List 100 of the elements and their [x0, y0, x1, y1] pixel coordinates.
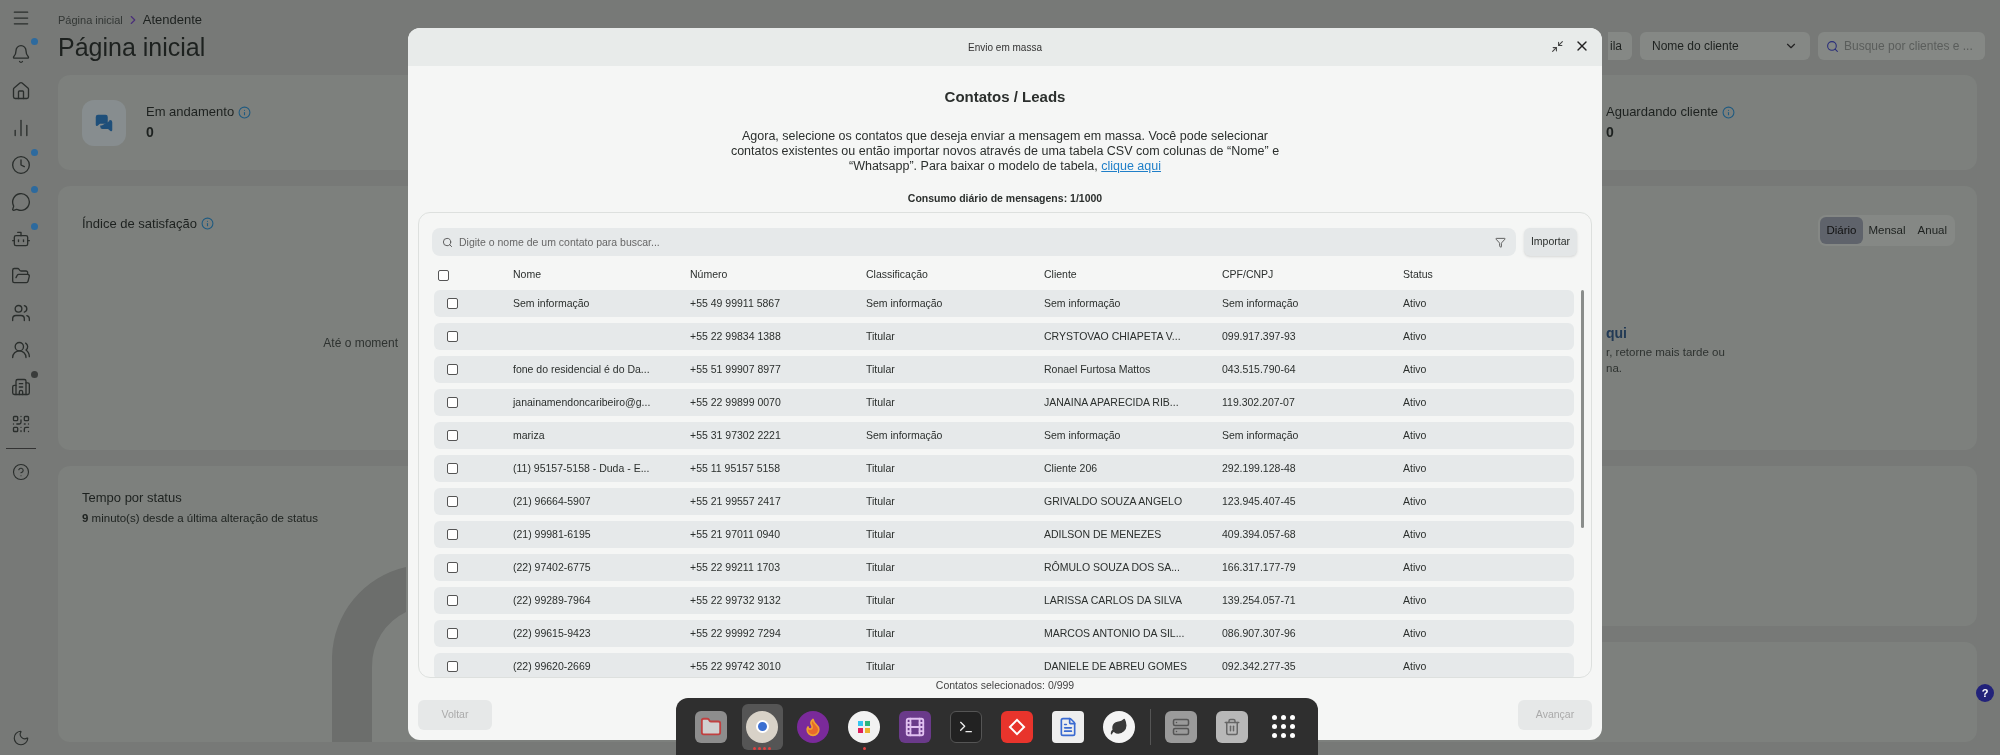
qr-code-icon[interactable]	[11, 414, 31, 434]
table-cell-text: mariza	[513, 427, 546, 443]
contact-row[interactable]: (11) 95157-5158 - Duda - E... +55 11 95157 5158 Titular Cliente 206 292.199.128-48 Ativo	[434, 455, 1574, 483]
contact-row[interactable]: (22) 97402-6775 +55 22 99211 1703 Titular RÔMULO SOUZA DOS SA... 166.317.177-79 Ativo	[434, 554, 1574, 582]
table-cell-text: +55 22 99992 7294	[690, 625, 782, 641]
group-icon[interactable]	[11, 340, 31, 360]
contact-row[interactable]: (21) 99981-6195 +55 21 97011 0940 Titular ADILSON DE MENEZES 409.394.057-68 Ativo	[434, 521, 1574, 549]
table-cell-text: 086.907.307-96	[1222, 625, 1297, 641]
terminal-icon[interactable]	[950, 710, 982, 743]
checkbox[interactable]	[447, 661, 458, 673]
home-icon[interactable]	[11, 81, 31, 101]
table-cell-text: Titular	[866, 625, 896, 641]
contact-row[interactable]: +55 22 99834 1388 Titular CRYSTOVAO CHIAPETA V... 099.917.397-93 Ativo	[434, 323, 1574, 351]
empty-state-text: na.	[1606, 361, 1623, 377]
table-cell-text: Ativo	[1403, 658, 1428, 674]
table-cell-text: ADILSON DE MENEZES	[1044, 526, 1163, 542]
filter-icon[interactable]	[1494, 237, 1506, 249]
checkbox[interactable]	[447, 430, 458, 442]
period-tab[interactable]: Anual	[1911, 217, 1953, 245]
table-cell-text: +55 11 95157 5158	[690, 460, 782, 476]
contact-row[interactable]: fone do residencial é do Da... +55 51 99907 8977 Titular Ronael Furtosa Mattos 043.515.790-64 Ativo	[434, 356, 1574, 384]
contact-row[interactable]: (22) 99615-9423 +55 22 99992 7294 Titular MARCOS ANTONIO DA SIL... 086.907.307-96 Ativo	[434, 620, 1574, 648]
card-title: Índice de satisfação	[82, 215, 197, 233]
contact-row[interactable]: Sem informação +55 49 99911 5867 Sem informação Sem informação Sem informação Ativo	[434, 290, 1574, 318]
folder-icon[interactable]	[695, 710, 727, 743]
checkbox[interactable]	[447, 364, 458, 376]
table-cell-text: Ativo	[1403, 592, 1428, 608]
help-icon[interactable]	[12, 463, 30, 481]
checkbox[interactable]	[447, 463, 458, 475]
table-cell-text: Sem informação	[513, 295, 591, 311]
server-icon[interactable]	[1165, 710, 1197, 743]
table-cell-text: Ativo	[1403, 328, 1428, 344]
table-cell-text: Ativo	[1403, 625, 1428, 641]
contact-row[interactable]: (21) 96664-5907 +55 21 99557 2417 Titular GRIVALDO SOUZA ANGELO 123.945.407-45 Ativo	[434, 488, 1574, 516]
section-heading: Contatos / Leads	[944, 87, 1066, 107]
table-cell-text: +55 22 99899 0070	[690, 394, 782, 410]
checkbox[interactable]	[438, 269, 449, 281]
table-cell-text: Ativo	[1403, 361, 1428, 377]
contact-row[interactable]: mariza +55 31 97302 2221 Sem informação Sem informação Sem informação Ativo	[434, 422, 1574, 450]
checkbox[interactable]	[447, 397, 458, 409]
table-cell-text: Titular	[866, 559, 896, 575]
checkbox[interactable]	[447, 298, 458, 310]
chat-bubble-icon[interactable]	[11, 192, 31, 212]
column-header: Cliente	[1044, 267, 1078, 283]
table-cell-text: (22) 99620-2669	[513, 658, 592, 674]
table-cell-text: LARISSA CARLOS DA SILVA	[1044, 592, 1183, 608]
table-cell-text: Ativo	[1403, 394, 1428, 410]
leaf-icon[interactable]	[1103, 710, 1135, 743]
import-button[interactable]: Importar	[1523, 228, 1577, 257]
period-tab[interactable]: Mensal	[1862, 217, 1912, 245]
table-cell-text: 139.254.057-71	[1222, 592, 1297, 608]
users-icon[interactable]	[11, 303, 31, 323]
building-icon[interactable]	[11, 377, 31, 397]
contact-row[interactable]: (22) 99620-2669 +55 22 99742 3010 Titular DANIELE DE ABREU GOMES 092.342.277-35 Ativo	[434, 653, 1574, 678]
trash-icon[interactable]	[1216, 710, 1248, 743]
table-cell-text: (11) 95157-5158 - Duda - E...	[513, 460, 651, 476]
stat-label: Em andamento	[146, 103, 235, 122]
table-cell-text: MARCOS ANTONIO DA SIL...	[1044, 625, 1186, 641]
table-cell-text: DANIELE DE ABREU GOMES	[1044, 658, 1188, 674]
card-title: Tempo por status	[82, 489, 183, 507]
checkbox[interactable]	[447, 562, 458, 574]
minimize-icon[interactable]	[1551, 39, 1564, 53]
checkbox[interactable]	[447, 529, 458, 541]
bell-icon[interactable]	[11, 44, 31, 64]
stat-value: 0	[1606, 122, 1615, 142]
table-cell-text: Titular	[866, 361, 896, 377]
client-select[interactable]: Nome do cliente	[1640, 32, 1810, 60]
table-cell-text: 409.394.057-68	[1222, 526, 1297, 542]
breadcrumb-current: Atendente	[142, 11, 203, 29]
template-link[interactable]: clique aqui	[1101, 158, 1161, 173]
robot-icon[interactable]	[11, 229, 31, 249]
table-cell-text: Ativo	[1403, 526, 1428, 542]
scrollbar[interactable]	[1581, 290, 1584, 529]
table-cell-text: CRYSTOVAO CHIAPETA V...	[1044, 328, 1182, 344]
checkbox[interactable]	[447, 331, 458, 343]
help-button[interactable]: ?	[1976, 684, 1994, 702]
clock-icon[interactable]	[11, 155, 31, 175]
moon-icon[interactable]	[12, 729, 30, 747]
film-icon[interactable]	[899, 710, 931, 743]
checkbox[interactable]	[447, 496, 458, 508]
contact-row[interactable]: (22) 99289-7964 +55 22 99732 9132 Titular LARISSA CARLOS DA SILVA 139.254.057-71 Ativo	[434, 587, 1574, 615]
table-cell-text: Ativo	[1403, 493, 1428, 509]
pinwheel-icon[interactable]	[848, 710, 880, 743]
table-cell-text: +55 21 99557 2417	[690, 493, 782, 509]
checkbox[interactable]	[447, 595, 458, 607]
column-header: Classificação	[866, 267, 929, 283]
notepad-icon[interactable]	[1052, 710, 1084, 743]
table-cell-text: Ativo	[1403, 295, 1428, 311]
table-cell-text: Sem informação	[1044, 427, 1122, 443]
contact-search-field[interactable]: Digite o nome de um contato para buscar...	[432, 228, 1516, 257]
contact-row[interactable]: janainamendoncaribeiro@g... +55 22 99899 0070 Titular JANAINA APARECIDA RIB... 119.302.207-07 Ativo	[434, 389, 1574, 417]
table-cell-text: Titular	[866, 526, 896, 542]
column-header: Status	[1403, 267, 1434, 283]
browser-icon[interactable]	[746, 710, 778, 743]
page-title: Página inicial	[58, 31, 207, 62]
queue-button[interactable]: ila	[1608, 32, 1632, 60]
checkbox[interactable]	[447, 628, 458, 640]
table-cell-text: 043.515.790-64	[1222, 361, 1297, 377]
table-cell-text: Sem informação	[1222, 295, 1300, 311]
flame-icon[interactable]	[797, 710, 829, 743]
